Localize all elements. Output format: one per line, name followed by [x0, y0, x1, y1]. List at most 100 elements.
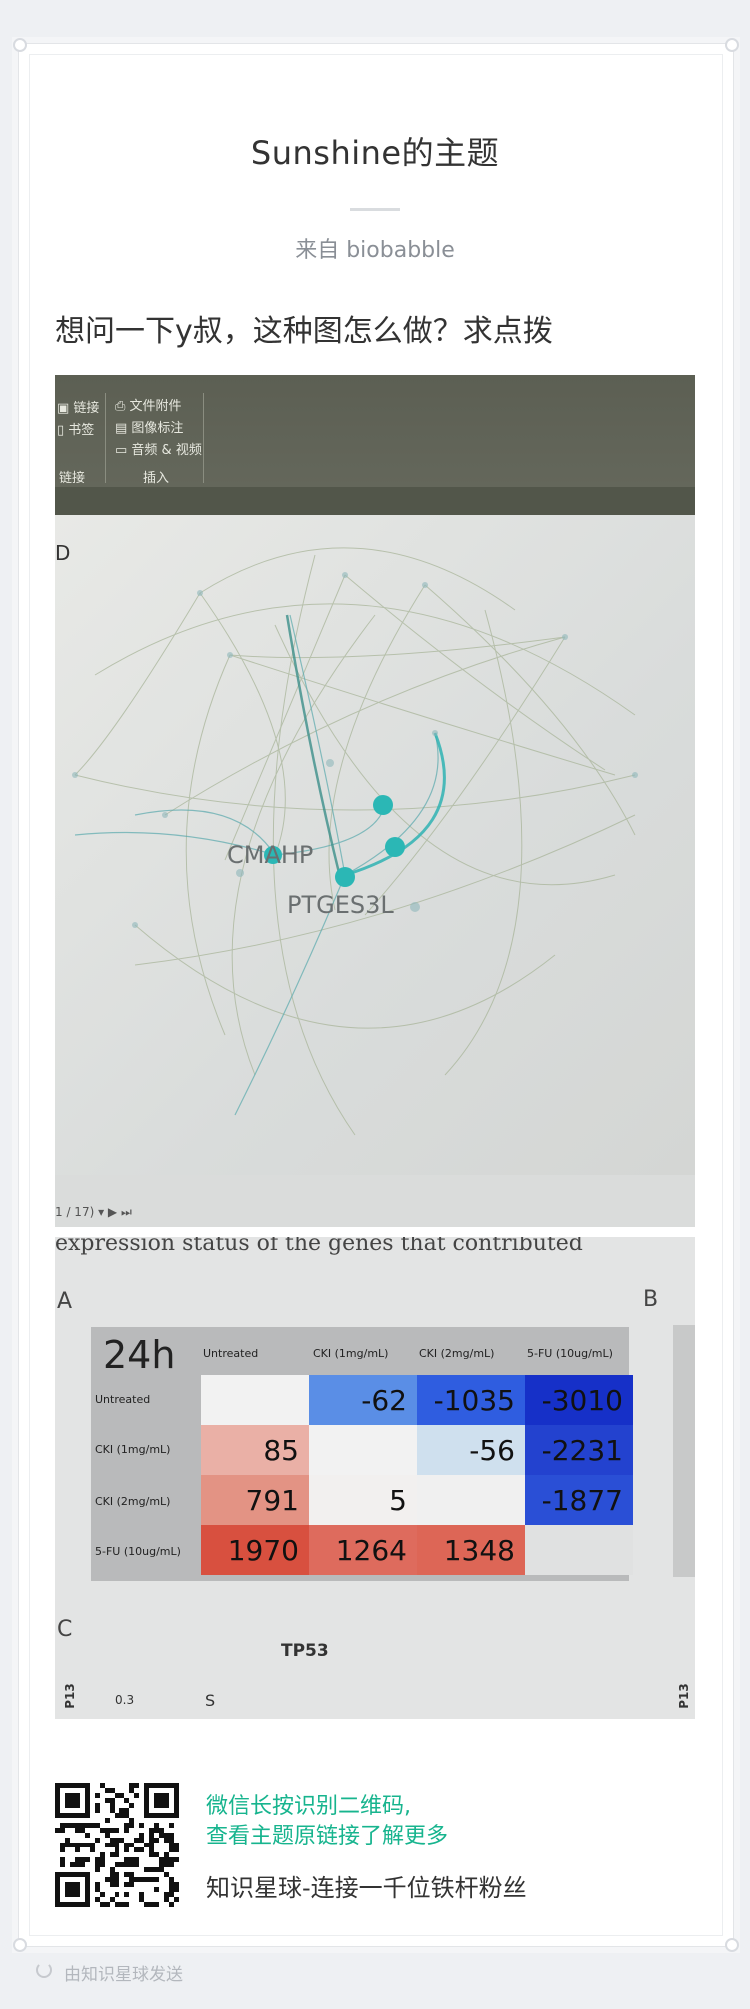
- cut-off-text: expression status of the genes that cont…: [55, 1237, 583, 1256]
- column-header: Untreated: [203, 1347, 259, 1360]
- heatmap-cell: -1035: [417, 1375, 525, 1425]
- qr-module: [174, 1887, 179, 1893]
- heatmap-cell: -3010: [525, 1375, 633, 1425]
- post-title: Sunshine的主题: [250, 134, 500, 172]
- bookmark-item: ▯ 书签: [57, 423, 95, 438]
- toolbar-divider: [105, 393, 106, 483]
- qr-module: [94, 1837, 100, 1843]
- column-header: 5-FU (10ug/mL): [527, 1347, 613, 1360]
- qr-finder: [64, 1792, 80, 1808]
- toolbar-strip: [55, 487, 695, 515]
- toolbar-divider: [203, 393, 204, 483]
- qr-module: [114, 1852, 120, 1858]
- qr-module: [139, 1822, 145, 1828]
- heatmap-cell: [309, 1425, 417, 1475]
- qr-module: [94, 1807, 100, 1813]
- qr-module: [124, 1892, 130, 1898]
- row-header: Untreated: [95, 1393, 151, 1406]
- qr-module: [129, 1822, 135, 1828]
- heatmap-cell: 5: [309, 1475, 417, 1525]
- post-source: 来自 biobabble: [295, 238, 455, 263]
- right-side-label: P13: [676, 1683, 691, 1709]
- audio-video-item: ▭ 音频 & 视频: [115, 443, 202, 458]
- post-question: 想问一下y叔，这种图怎么做？求点拨: [55, 314, 553, 349]
- heatmap-cell: [417, 1475, 525, 1525]
- heatmap-time-label: 24h: [103, 1333, 176, 1377]
- qr-module: [169, 1822, 175, 1828]
- qr-hint: 微信长按识别二维码, 查看主题原链接了解更多: [206, 1792, 448, 1852]
- cropped-panel-b: [673, 1325, 695, 1577]
- qr-module: [169, 1902, 175, 1907]
- qr-module: [139, 1847, 145, 1853]
- qr-module: [89, 1847, 95, 1853]
- qr-module: [94, 1792, 100, 1798]
- group-link-label: 链接: [59, 471, 86, 486]
- panel-letter-c: C: [57, 1617, 73, 1642]
- heatmap-header: 24h Untreated CKI (1mg/mL) CKI (2mg/mL) …: [91, 1327, 629, 1377]
- corner-ornament: [725, 38, 739, 52]
- qr-module: [104, 1817, 110, 1823]
- row-header: CKI (1mg/mL): [95, 1443, 171, 1456]
- qr-module: [124, 1902, 130, 1907]
- qr-module: [174, 1847, 179, 1853]
- qr-module: [59, 1862, 65, 1868]
- qr-module: [59, 1847, 65, 1853]
- corner-ornament: [13, 1938, 27, 1952]
- qr-module: [169, 1862, 175, 1868]
- qr-module: [129, 1802, 135, 1808]
- qr-module: [124, 1847, 130, 1853]
- qr-module: [174, 1857, 179, 1863]
- heatmap-cell: 1348: [417, 1525, 525, 1575]
- row-header: 5-FU (10ug/mL): [95, 1545, 181, 1558]
- node-label-cmahp: CMAHP: [227, 841, 314, 869]
- qr-module: [84, 1832, 90, 1838]
- column-header: CKI (1mg/mL): [313, 1347, 389, 1360]
- node-label-ptges3l: PTGES3L: [287, 891, 394, 919]
- ribbon-toolbar: ▣ 链接 ▯ 书签 链接 ⎙ 文件附件 ▤ 图像标注 ▭ 音频 & 视频 插入: [55, 375, 695, 487]
- qr-finder: [154, 1792, 170, 1808]
- network-edges: [72, 547, 638, 1136]
- qr-hint-line1: 微信长按识别二维码,: [206, 1794, 411, 1819]
- qr-module: [84, 1857, 90, 1863]
- heatmap-table: 24h Untreated CKI (1mg/mL) CKI (2mg/mL) …: [91, 1327, 633, 1581]
- heatmap-cell: 791: [201, 1475, 309, 1525]
- link-item: ▣ 链接: [57, 401, 100, 416]
- qr-module: [154, 1902, 160, 1907]
- viewer-bottom-bar: [55, 1175, 695, 1227]
- gene-label: TP53: [281, 1641, 329, 1661]
- axis-side-label: P13: [62, 1683, 77, 1709]
- qr-hint-line2: 查看主题原链接了解更多: [206, 1824, 449, 1849]
- heatmap-cell: -62: [309, 1375, 417, 1425]
- qr-module: [154, 1837, 160, 1843]
- qr-module: [134, 1792, 140, 1798]
- heatmap-cell: -2231: [525, 1425, 633, 1475]
- row-header: CKI (2mg/mL): [95, 1495, 171, 1508]
- corner-ornament: [725, 1938, 739, 1952]
- title-divider: [350, 208, 400, 211]
- loading-icon: [36, 1962, 52, 1978]
- qr-module: [79, 1862, 85, 1868]
- axis-value: 0.3: [115, 1693, 135, 1707]
- community-name: 知识星球-连接一千位铁杆粉丝: [206, 1874, 527, 1902]
- heatmap-cell: 1970: [201, 1525, 309, 1575]
- qr-module: [174, 1897, 179, 1903]
- panel-letter-a: A: [57, 1289, 73, 1314]
- heatmap-cell: -1877: [525, 1475, 633, 1525]
- corner-ornament: [13, 38, 27, 52]
- qr-module: [74, 1847, 80, 1853]
- qr-module: [134, 1783, 140, 1788]
- network-graph-photo[interactable]: ▣ 链接 ▯ 书签 链接 ⎙ 文件附件 ▤ 图像标注 ▭ 音频 & 视频 插入 …: [55, 375, 695, 1227]
- qr-module: [124, 1827, 130, 1833]
- heatmap-cell: -56: [417, 1425, 525, 1475]
- qr-finder: [64, 1882, 80, 1898]
- qr-module: [114, 1882, 120, 1888]
- panel-s-label: S: [205, 1691, 216, 1710]
- qr-code[interactable]: [55, 1783, 179, 1907]
- qr-module: [59, 1827, 65, 1833]
- heatmap-cell: [201, 1375, 309, 1425]
- column-header: CKI (2mg/mL): [419, 1347, 495, 1360]
- heatmap-photo[interactable]: expression status of the genes that cont…: [55, 1237, 695, 1719]
- panel-letter-b: B: [643, 1287, 659, 1312]
- heatmap-cell: 1264: [309, 1525, 417, 1575]
- image-label-item: ▤ 图像标注: [115, 421, 184, 436]
